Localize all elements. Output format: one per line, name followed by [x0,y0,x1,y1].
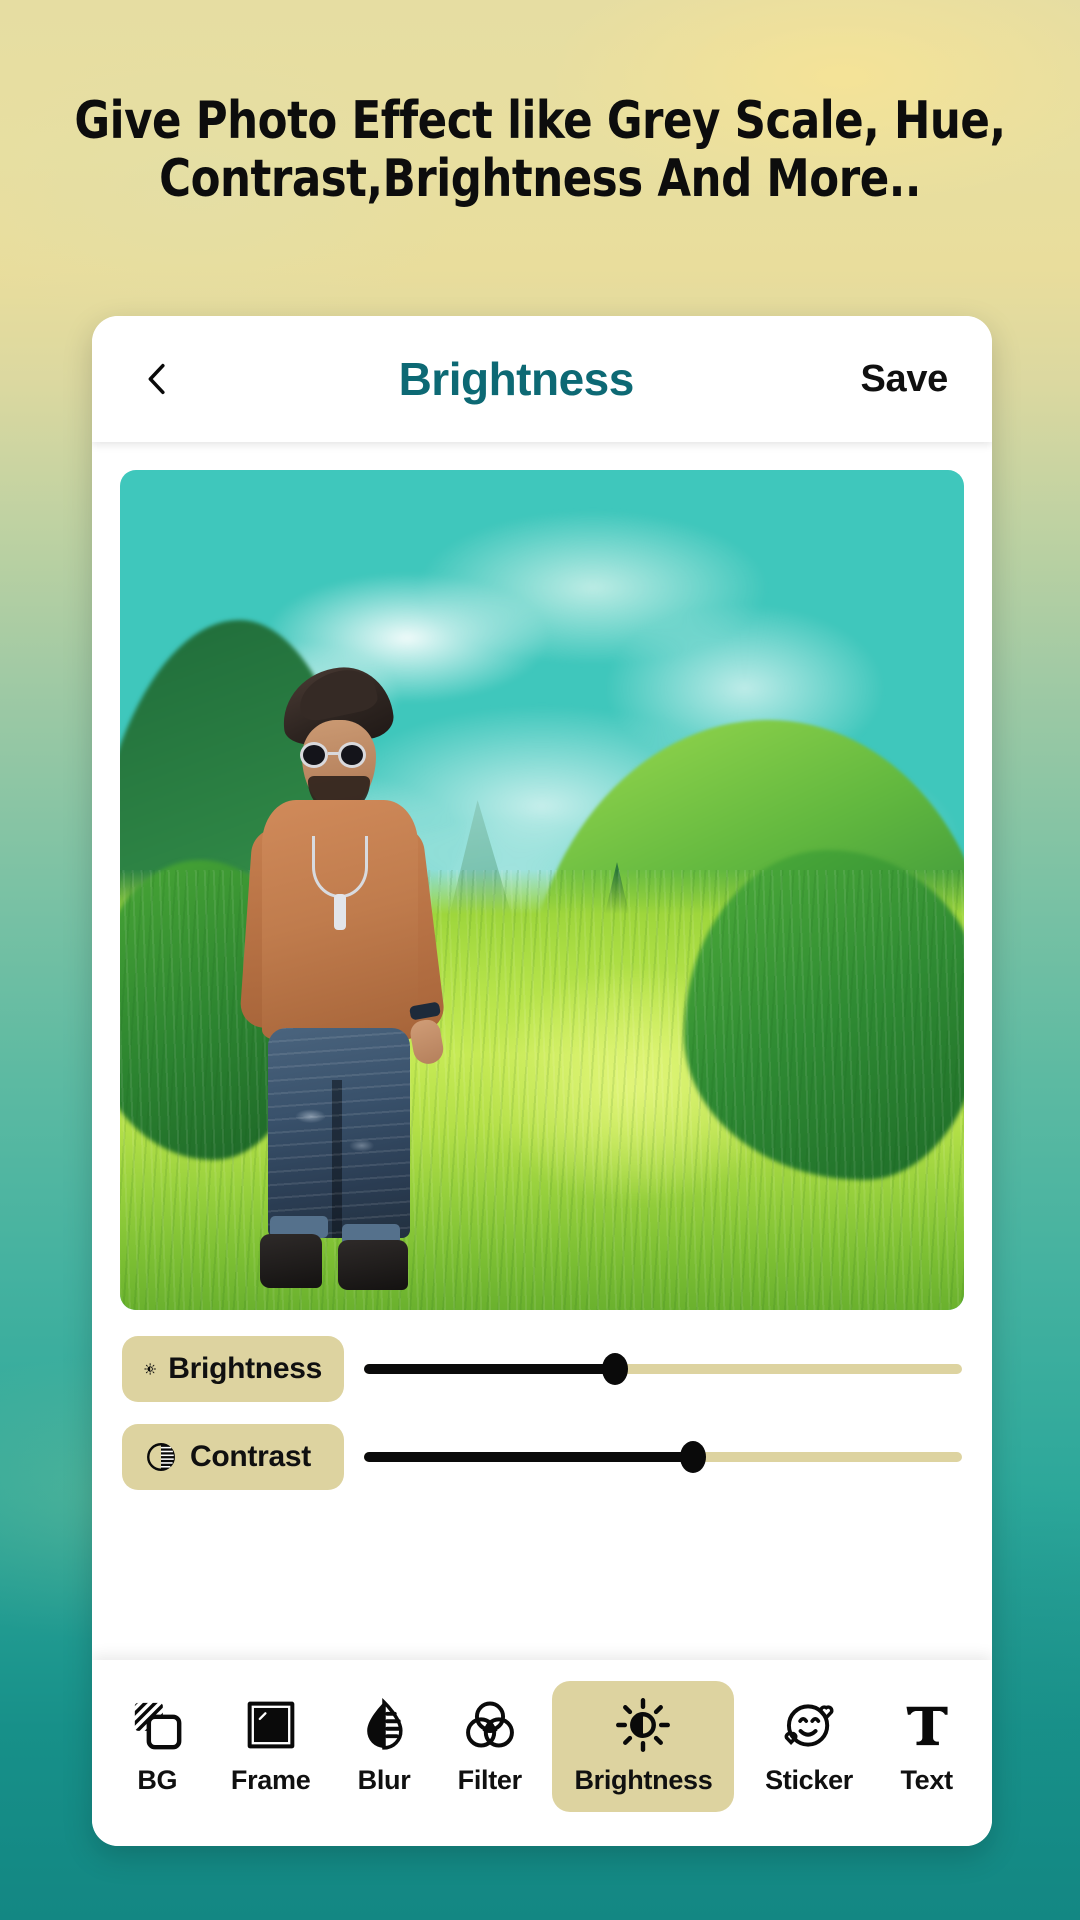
tool-frame[interactable]: Frame [217,1681,325,1812]
tool-blur-label: Blur [357,1764,411,1795]
contrast-slider[interactable] [364,1437,962,1477]
subject-right-hand [408,1017,446,1067]
picture-frame-icon [247,1701,294,1748]
sunglass-bridge [328,752,340,755]
tool-bg[interactable]: BG [114,1681,200,1812]
photo-subject-person [216,662,466,1290]
subject-boot-left [260,1234,322,1288]
promo-screenshot: Give Photo Effect like Grey Scale, Hue, … [0,0,1080,1920]
tool-frame-label: Frame [230,1764,311,1795]
edited-photo[interactable] [120,470,964,1310]
app-screen-card: Brightness Save Brightness Contrast BG F… [92,316,992,1846]
sunglass-lens-left [300,742,328,768]
adjustment-sliders: Brightness Contrast [92,1310,992,1520]
subject-necklace-chain [312,836,368,898]
headline-line-1: Give Photo Effect like Grey Scale, Hue, [74,91,1006,151]
save-button[interactable]: Save [854,350,954,409]
contrast-chip[interactable]: Contrast [122,1424,344,1490]
photo-canvas-area [92,442,992,1310]
back-button[interactable] [130,352,184,406]
editor-toolbar: BG Frame Blur Filter Brightness Sticker … [92,1660,992,1846]
subject-sunglasses [298,742,380,768]
contrast-thumb[interactable] [679,1441,706,1473]
brightness-chip-label: Brightness [168,1352,322,1385]
sunglass-lens-right [338,742,366,768]
tool-blur[interactable]: Blur [341,1681,427,1812]
brightness-thumb[interactable] [602,1353,629,1385]
brightness-chip[interactable]: Brightness [122,1336,344,1402]
tool-bg-label: BG [137,1764,178,1795]
text-t-icon [906,1706,948,1745]
tool-sticker-label: Sticker [765,1764,854,1795]
tool-text-label: Text [900,1764,953,1795]
page-title: Brightness [398,353,635,405]
tool-sticker[interactable]: Sticker [751,1681,867,1812]
chevron-left-icon [148,363,165,395]
subject-jeans-texture [268,1028,410,1238]
subject-boot-right [338,1240,408,1290]
background-layers-icon [135,1702,182,1749]
tool-filter-label: Filter [457,1764,523,1795]
tool-brightness-label: Brightness [574,1764,713,1795]
slider-row-brightness: Brightness [122,1336,962,1402]
contrast-chip-label: Contrast [190,1440,311,1473]
brightness-sun-icon [616,1697,671,1752]
tool-text[interactable]: Text [884,1681,970,1812]
blur-droplet-icon [367,1697,403,1750]
contrast-track-fill [364,1452,693,1462]
app-header: Brightness Save [92,316,992,442]
slider-row-contrast: Contrast [122,1424,962,1490]
tool-brightness[interactable]: Brightness [552,1680,735,1812]
headline-line-2: Contrast,Brightness And More.. [159,149,921,210]
brightness-slider[interactable] [364,1349,962,1389]
subject-necklace-pendant [334,894,346,930]
contrast-circle-icon [147,1443,175,1471]
tool-filter[interactable]: Filter [444,1681,536,1812]
brightness-track-fill [364,1364,616,1374]
brightness-sun-icon [144,1363,156,1375]
sticker-smiley-icon [784,1703,834,1747]
promo-headline: Give Photo Effect like Grey Scale, Hue, … [38,91,1042,210]
filter-circles-icon [465,1701,514,1748]
